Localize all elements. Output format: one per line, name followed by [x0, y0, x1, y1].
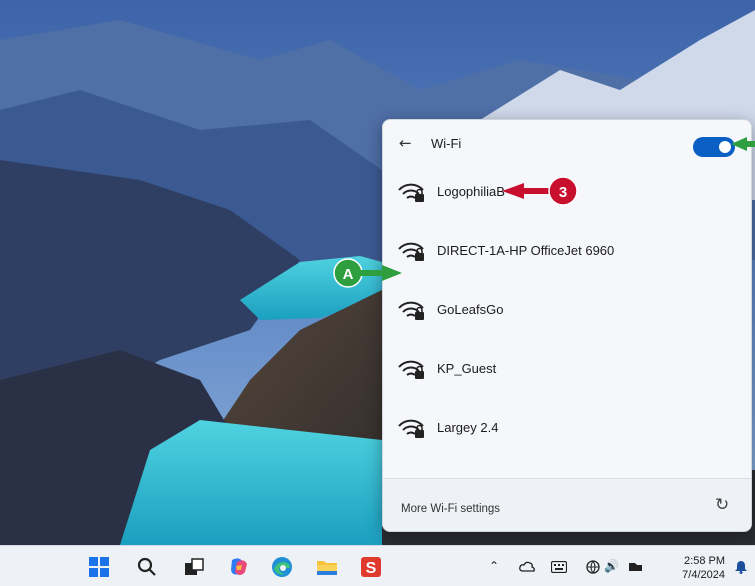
callout-step-3: 3: [502, 176, 578, 206]
notification-bell-icon[interactable]: [735, 560, 747, 574]
system-clock[interactable]: 2:58 PM 7/4/2024: [673, 554, 725, 582]
search-icon[interactable]: [133, 553, 161, 581]
taskbar: S ⌃ 🔊 2:58 PM 7/4/2024: [0, 545, 755, 586]
back-arrow-icon[interactable]: ←: [399, 134, 412, 152]
refresh-icon[interactable]: ↻: [715, 495, 729, 515]
wifi-network-name: KP_Guest: [437, 361, 497, 376]
wifi-network-item[interactable]: KP_Guest: [383, 347, 751, 391]
task-view-icon[interactable]: [180, 553, 208, 581]
callout-letter: A: [343, 266, 354, 283]
wifi-network-name: DIRECT-1A-HP OfficeJet 6960: [437, 243, 615, 258]
wifi-network-name: Largey 2.4: [437, 420, 499, 435]
copilot-icon[interactable]: [225, 553, 253, 581]
keyboard-icon[interactable]: [551, 561, 567, 573]
wifi-network-item[interactable]: Largey 2.4: [383, 406, 751, 450]
wifi-network-name: LogophiliaB: [437, 184, 505, 199]
file-explorer-icon[interactable]: [313, 553, 341, 581]
wifi-network-item[interactable]: DIRECT-1A-HP OfficeJet 6960: [383, 229, 751, 273]
network-icon[interactable]: [586, 559, 602, 575]
toggle-knob: [719, 141, 731, 153]
speaker-icon[interactable]: 🔊: [604, 559, 619, 573]
clock-time: 2:58 PM: [684, 555, 725, 567]
clock-date: 7/4/2024: [682, 569, 725, 581]
wifi-panel-header: ← Wi-Fi: [383, 120, 751, 168]
callout-arrow-toggle: [731, 137, 755, 151]
more-wifi-settings-link[interactable]: More Wi-Fi settings: [401, 503, 500, 515]
secured-wifi-icon: [398, 301, 424, 320]
svg-text:S: S: [366, 560, 377, 577]
wifi-network-list: LogophiliaB DIRECT-1A-HP OfficeJet 6960: [383, 168, 751, 478]
callout-step-number: 3: [559, 184, 567, 201]
wifi-panel-footer: More Wi-Fi settings ↻: [383, 478, 751, 531]
secured-wifi-icon: [398, 183, 424, 202]
snagit-icon[interactable]: S: [357, 553, 385, 581]
secured-wifi-icon: [398, 360, 424, 379]
secured-wifi-icon: [398, 419, 424, 438]
wifi-network-name: GoLeafsGo: [437, 302, 504, 317]
cloud-icon[interactable]: [519, 561, 535, 573]
battery-icon[interactable]: [628, 561, 644, 573]
wifi-network-item[interactable]: GoLeafsGo: [383, 288, 751, 332]
chevron-up-icon[interactable]: ⌃: [489, 559, 499, 573]
screen: ← Wi-Fi LogophiliaB DIRECT-1A-HP OfficeJ…: [0, 0, 755, 586]
wifi-network-item-partial[interactable]: [383, 465, 751, 478]
callout-label-a: A: [333, 258, 402, 288]
wifi-toggle-switch[interactable]: [693, 137, 735, 157]
windows-start-icon[interactable]: [85, 553, 113, 581]
wifi-panel-title: Wi-Fi: [431, 136, 462, 151]
edge-icon[interactable]: [268, 553, 296, 581]
